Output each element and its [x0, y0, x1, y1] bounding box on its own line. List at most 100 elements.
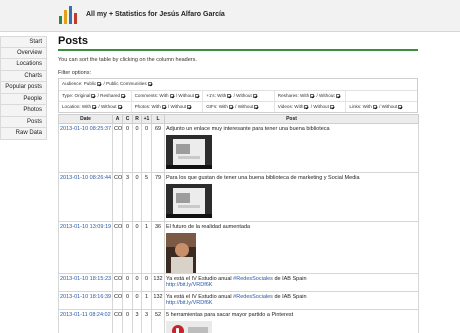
comments-without-checkbox[interactable]	[194, 93, 199, 98]
links-with-checkbox[interactable]	[372, 104, 377, 109]
videos-with-checkbox[interactable]	[304, 104, 309, 109]
cell-post: Ya está el IV Estudio anual #RedesSocial…	[164, 273, 419, 292]
filter-row: Audience: Public / Public Communities	[59, 79, 417, 90]
cell-a: CO	[112, 291, 123, 310]
location-with-checkbox[interactable]	[92, 104, 97, 109]
post-date-link[interactable]: 2013-01-10 18:16:39	[60, 294, 111, 300]
filter-photos-without-label: / Without	[167, 104, 187, 109]
photos-with-checkbox[interactable]	[161, 104, 166, 109]
sidebar-item-popular-posts[interactable]: Popular posts	[0, 82, 47, 94]
cell-post: Para los que gustan de tener una buena b…	[164, 172, 419, 222]
videos-without-checkbox[interactable]	[329, 104, 334, 109]
filter-type: Type: Original / Reshared	[59, 91, 131, 101]
post-date-link[interactable]: 2013-01-11 08:24:02	[60, 312, 111, 318]
post-text-suffix: de IAB Spain	[272, 294, 307, 300]
audience-public-checkbox[interactable]	[97, 81, 102, 86]
filter-audience-label: Audience:	[62, 81, 83, 86]
col-header-r[interactable]: R	[132, 114, 142, 124]
table-row: 2013-01-11 08:24:02 CO 0 3 3 52 5 herram…	[58, 309, 419, 333]
col-header-c[interactable]: C	[122, 114, 133, 124]
post-date-link[interactable]: 2013-01-10 08:26:44	[60, 175, 111, 181]
filter-comments-without-label: / Without	[175, 93, 194, 98]
filter-gifs: GIFs: With / Without	[202, 102, 274, 112]
post-date-link[interactable]: 2013-01-10 13:09:19	[60, 224, 111, 230]
filter-videos-without-label: / Without	[310, 104, 329, 109]
filter-links-without-label: / Without	[379, 104, 398, 109]
app-title: All my + Statistics for Jesús Alfaro Gar…	[86, 11, 225, 18]
sidebar-item-posts[interactable]: Posts	[0, 116, 47, 128]
hashtag-link[interactable]: #RedesSociales	[233, 294, 273, 300]
cell-c: 0	[122, 123, 133, 173]
filter-videos: Videos: With / Without	[273, 102, 346, 112]
post-url-link[interactable]: http://bit.ly/VRDf6K	[166, 282, 212, 288]
filter-plusones-without-label: / Without	[233, 93, 252, 98]
cell-post: 5 herramientas para sacar mayor partido …	[164, 309, 419, 333]
cell-r: 0	[132, 221, 142, 274]
post-text: Para los que gustan de tener una buena b…	[166, 175, 360, 181]
cell-plus1: 0	[141, 273, 152, 292]
sidebar-item-start[interactable]: Start	[0, 36, 47, 48]
post-date-link[interactable]: 2013-01-10 08:25:37	[60, 126, 111, 132]
sort-hint: You can sort the table by clicking on th…	[58, 57, 197, 63]
comments-with-checkbox[interactable]	[169, 93, 174, 98]
col-header-a[interactable]: A	[112, 114, 123, 124]
post-thumbnail[interactable]	[166, 233, 196, 273]
cell-a: CO	[112, 309, 123, 333]
photos-without-checkbox[interactable]	[187, 104, 192, 109]
cell-c: 0	[122, 291, 133, 310]
cell-r: 0	[132, 291, 142, 310]
reshares-without-checkbox[interactable]	[335, 93, 340, 98]
type-original-checkbox[interactable]	[91, 93, 96, 98]
cell-plus1: 3	[141, 309, 152, 333]
cell-plus1: 1	[141, 221, 152, 274]
gifs-with-checkbox[interactable]	[228, 104, 233, 109]
links-without-checkbox[interactable]	[398, 104, 403, 109]
posts-table: Date A C R +1 L Post 2013-01-10 08:25:37…	[58, 114, 419, 333]
filter-photos: Photos: With / Without	[130, 102, 203, 112]
filter-photos-label: Photos: With	[134, 104, 161, 109]
post-thumbnail[interactable]	[166, 184, 212, 218]
filter-type-label: Type: Original	[62, 93, 91, 98]
post-thumbnail[interactable]	[166, 135, 212, 169]
post-url-link[interactable]: http://bit.ly/VRDf6K	[166, 300, 212, 306]
type-reshared-checkbox[interactable]	[121, 93, 126, 98]
pinterest-thumbnail[interactable]	[166, 321, 212, 333]
col-header-date[interactable]: Date	[58, 114, 113, 124]
sidebar-item-people[interactable]: People	[0, 93, 47, 105]
plusones-with-checkbox[interactable]	[227, 93, 232, 98]
filter-reshares-without-label: / Without	[316, 93, 335, 98]
location-without-checkbox[interactable]	[117, 104, 122, 109]
plusones-without-checkbox[interactable]	[252, 93, 257, 98]
main-content: Posts You can sort the table by clicking…	[58, 34, 418, 113]
filter-links-label: Links: With	[349, 104, 372, 109]
col-header-post[interactable]: Post	[164, 114, 419, 124]
hashtag-link[interactable]: #RedesSociales	[233, 276, 273, 282]
gifs-without-checkbox[interactable]	[254, 104, 259, 109]
table-row: 2013-01-10 08:25:37 CO 0 0 0 69 Adjunto …	[58, 123, 419, 173]
cell-l: 132	[151, 273, 165, 292]
col-header-plus1[interactable]: +1	[141, 114, 152, 124]
filter-gifs-without-label: / Without	[235, 104, 254, 109]
filter-reshares: Reshares: With / Without	[273, 91, 346, 101]
header-bar: All my + Statistics for Jesús Alfaro Gar…	[0, 0, 460, 32]
post-text: El futuro de la realidad aumentada	[166, 224, 251, 230]
sidebar-item-raw-data[interactable]: Raw Data	[0, 128, 47, 140]
page-title: Posts	[58, 35, 88, 47]
filter-row: Location: With / Without Photos: With / …	[59, 101, 417, 112]
filter-type-reshared-label: / Reshared	[97, 93, 121, 98]
col-header-l[interactable]: L	[151, 114, 165, 124]
filter-comments-label: Comments: With	[134, 93, 169, 98]
reshares-with-checkbox[interactable]	[310, 93, 315, 98]
sidebar-item-photos[interactable]: Photos	[0, 105, 47, 117]
sidebar-item-charts[interactable]: Charts	[0, 70, 47, 82]
filter-gifs-label: GIFs: With	[206, 104, 228, 109]
cell-a: CO	[112, 172, 123, 222]
filter-spacer	[345, 91, 417, 101]
cell-post: Ya está el IV Estudio anual #RedesSocial…	[164, 291, 419, 310]
sidebar-item-locations[interactable]: Locations	[0, 59, 47, 71]
post-date-link[interactable]: 2013-01-10 18:15:23	[60, 276, 111, 282]
filter-links: Links: With / Without	[345, 102, 417, 112]
sidebar-item-overview[interactable]: Overview	[0, 47, 47, 59]
cell-a: CO	[112, 221, 123, 274]
audience-communities-checkbox[interactable]	[147, 81, 152, 86]
